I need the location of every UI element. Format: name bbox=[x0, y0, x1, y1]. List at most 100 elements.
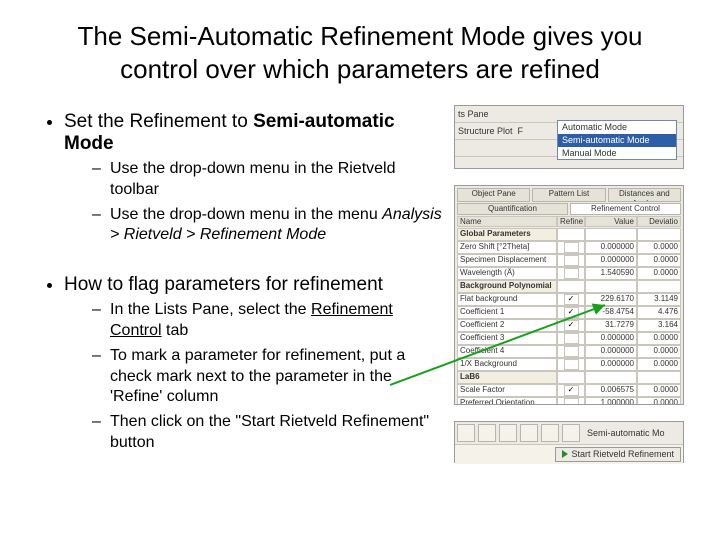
cell-refine[interactable] bbox=[557, 241, 585, 254]
pane-item-2: F bbox=[518, 126, 524, 137]
b2s1-a: In the Lists Pane, select the bbox=[110, 301, 311, 318]
tool-icon[interactable] bbox=[457, 424, 475, 442]
tool-icon[interactable] bbox=[541, 424, 559, 442]
cell-value: 0.000000 bbox=[585, 345, 637, 358]
bullet-1-sub-2: Use the drop-down menu in the menu Analy… bbox=[92, 205, 446, 247]
refine-checkbox[interactable] bbox=[564, 320, 579, 331]
mode-dropdown[interactable]: Automatic Mode Semi-automatic Mode Manua… bbox=[557, 120, 677, 160]
cell-name: 1/X Background bbox=[457, 358, 557, 371]
tool-icon[interactable] bbox=[520, 424, 538, 442]
tool-icon[interactable] bbox=[499, 424, 517, 442]
button-row: Start Rietveld Refinement bbox=[455, 444, 683, 464]
cell-name: Scale Factor bbox=[457, 384, 557, 397]
cell-refine[interactable] bbox=[557, 254, 585, 267]
cell-value: 229.6170 bbox=[585, 293, 637, 306]
grid-header: Name Refine Value Deviatio bbox=[457, 216, 681, 228]
cell-refine[interactable] bbox=[557, 332, 585, 345]
cell-deviation bbox=[637, 371, 681, 384]
start-refinement-label: Start Rietveld Refinement bbox=[571, 449, 674, 460]
table-row: Coefficient 40.0000000.0000 bbox=[457, 345, 681, 358]
table-row: Background Polynomial bbox=[457, 280, 681, 293]
cell-name: Preferred Orientation bbox=[457, 397, 557, 405]
cell-deviation: 0.0000 bbox=[637, 241, 681, 254]
text-column: Set the Refinement to Semi-automatic Mod… bbox=[36, 105, 446, 472]
slide-title: The Semi-Automatic Refinement Mode gives… bbox=[36, 20, 684, 85]
bullet-2-sub-1: In the Lists Pane, select the Refinement… bbox=[92, 300, 446, 342]
cell-name: Background Polynomial bbox=[457, 280, 557, 293]
cell-value bbox=[585, 280, 637, 293]
tool-icon[interactable] bbox=[478, 424, 496, 442]
cell-value: 0.000000 bbox=[585, 358, 637, 371]
cell-refine[interactable] bbox=[557, 293, 585, 306]
start-refinement-button[interactable]: Start Rietveld Refinement bbox=[555, 447, 681, 462]
cell-deviation: 3.1149 bbox=[637, 293, 681, 306]
table-row: Flat background 229.61703.1149 bbox=[457, 293, 681, 306]
tab-pattern-list[interactable]: Pattern List bbox=[532, 188, 605, 202]
cell-name: LaB6 bbox=[457, 371, 557, 384]
refine-checkbox[interactable] bbox=[564, 346, 579, 357]
cell-refine bbox=[557, 280, 585, 293]
mode-indicator[interactable]: Semi-automatic Mo bbox=[583, 428, 669, 439]
cell-value: -58.4754 bbox=[585, 306, 637, 319]
cell-refine[interactable] bbox=[557, 306, 585, 319]
dropdown-opt-auto[interactable]: Automatic Mode bbox=[558, 121, 676, 134]
table-row: Wavelength (Å)1.5405900.0000 bbox=[457, 267, 681, 280]
grid-tabs-2: Quantification Refinement Control bbox=[457, 203, 681, 215]
cell-deviation: 0.0000 bbox=[637, 332, 681, 345]
cell-refine[interactable] bbox=[557, 345, 585, 358]
cell-name: Coefficient 1 bbox=[457, 306, 557, 319]
cell-deviation: 0.0000 bbox=[637, 345, 681, 358]
cell-deviation: 0.0000 bbox=[637, 397, 681, 405]
dropdown-opt-semi[interactable]: Semi-automatic Mode bbox=[558, 134, 676, 147]
b2s1-b: tab bbox=[162, 322, 189, 339]
tab-quantification[interactable]: Quantification bbox=[457, 203, 568, 215]
tab-object-pane[interactable]: Object Pane bbox=[457, 188, 530, 202]
col-refine: Refine bbox=[557, 216, 585, 228]
cell-refine[interactable] bbox=[557, 384, 585, 397]
cell-refine[interactable] bbox=[557, 267, 585, 280]
refine-checkbox[interactable] bbox=[564, 307, 579, 318]
cell-name: Specimen Displacement bbox=[457, 254, 557, 267]
bullet-1-text: Set the Refinement to bbox=[64, 111, 253, 132]
bullet-list: Set the Refinement to Semi-automatic Mod… bbox=[36, 111, 446, 454]
cell-deviation: 4.476 bbox=[637, 306, 681, 319]
bullet-1: Set the Refinement to Semi-automatic Mod… bbox=[64, 111, 446, 246]
cell-refine[interactable] bbox=[557, 319, 585, 332]
col-deviation: Deviatio bbox=[637, 216, 681, 228]
refine-checkbox[interactable] bbox=[564, 398, 579, 405]
slide: The Semi-Automatic Refinement Mode gives… bbox=[0, 0, 720, 540]
play-icon bbox=[562, 450, 568, 458]
bullet-2-text: How to flag parameters for refinement bbox=[64, 274, 383, 295]
cell-deviation: 0.0000 bbox=[637, 267, 681, 280]
cell-refine[interactable] bbox=[557, 358, 585, 371]
refine-checkbox[interactable] bbox=[564, 242, 579, 253]
refine-checkbox[interactable] bbox=[564, 255, 579, 266]
col-name: Name bbox=[457, 216, 557, 228]
tool-icon[interactable] bbox=[562, 424, 580, 442]
bullet-2: How to flag parameters for refinement In… bbox=[64, 274, 446, 454]
cell-name: Wavelength (Å) bbox=[457, 267, 557, 280]
b1s2-a: Use the drop-down menu in the menu bbox=[110, 206, 382, 223]
cell-value bbox=[585, 371, 637, 384]
cell-name: Coefficient 2 bbox=[457, 319, 557, 332]
tab-distances[interactable]: Distances and Angles bbox=[608, 188, 681, 202]
content-row: Set the Refinement to Semi-automatic Mod… bbox=[36, 105, 684, 472]
refine-checkbox[interactable] bbox=[564, 385, 579, 396]
cell-name: Coefficient 3 bbox=[457, 332, 557, 345]
cell-value: 0.000000 bbox=[585, 241, 637, 254]
refine-checkbox[interactable] bbox=[564, 333, 579, 344]
image-column: ts Pane Structure Plot F Automatic Mode … bbox=[454, 105, 684, 463]
refine-checkbox[interactable] bbox=[564, 268, 579, 279]
refine-checkbox[interactable] bbox=[564, 359, 579, 370]
cell-refine[interactable] bbox=[557, 397, 585, 405]
cell-name: Flat background bbox=[457, 293, 557, 306]
cell-deviation: 0.0000 bbox=[637, 358, 681, 371]
pane-item: Structure Plot bbox=[458, 126, 513, 137]
dropdown-opt-manual[interactable]: Manual Mode bbox=[558, 147, 676, 160]
tab-refinement-control[interactable]: Refinement Control bbox=[570, 203, 681, 215]
screenshot-dropdown: ts Pane Structure Plot F Automatic Mode … bbox=[454, 105, 684, 169]
table-row: Specimen Displacement0.0000000.0000 bbox=[457, 254, 681, 267]
bullet-2-sub: In the Lists Pane, select the Refinement… bbox=[64, 300, 446, 454]
refine-checkbox[interactable] bbox=[564, 294, 579, 305]
col-value: Value bbox=[585, 216, 637, 228]
